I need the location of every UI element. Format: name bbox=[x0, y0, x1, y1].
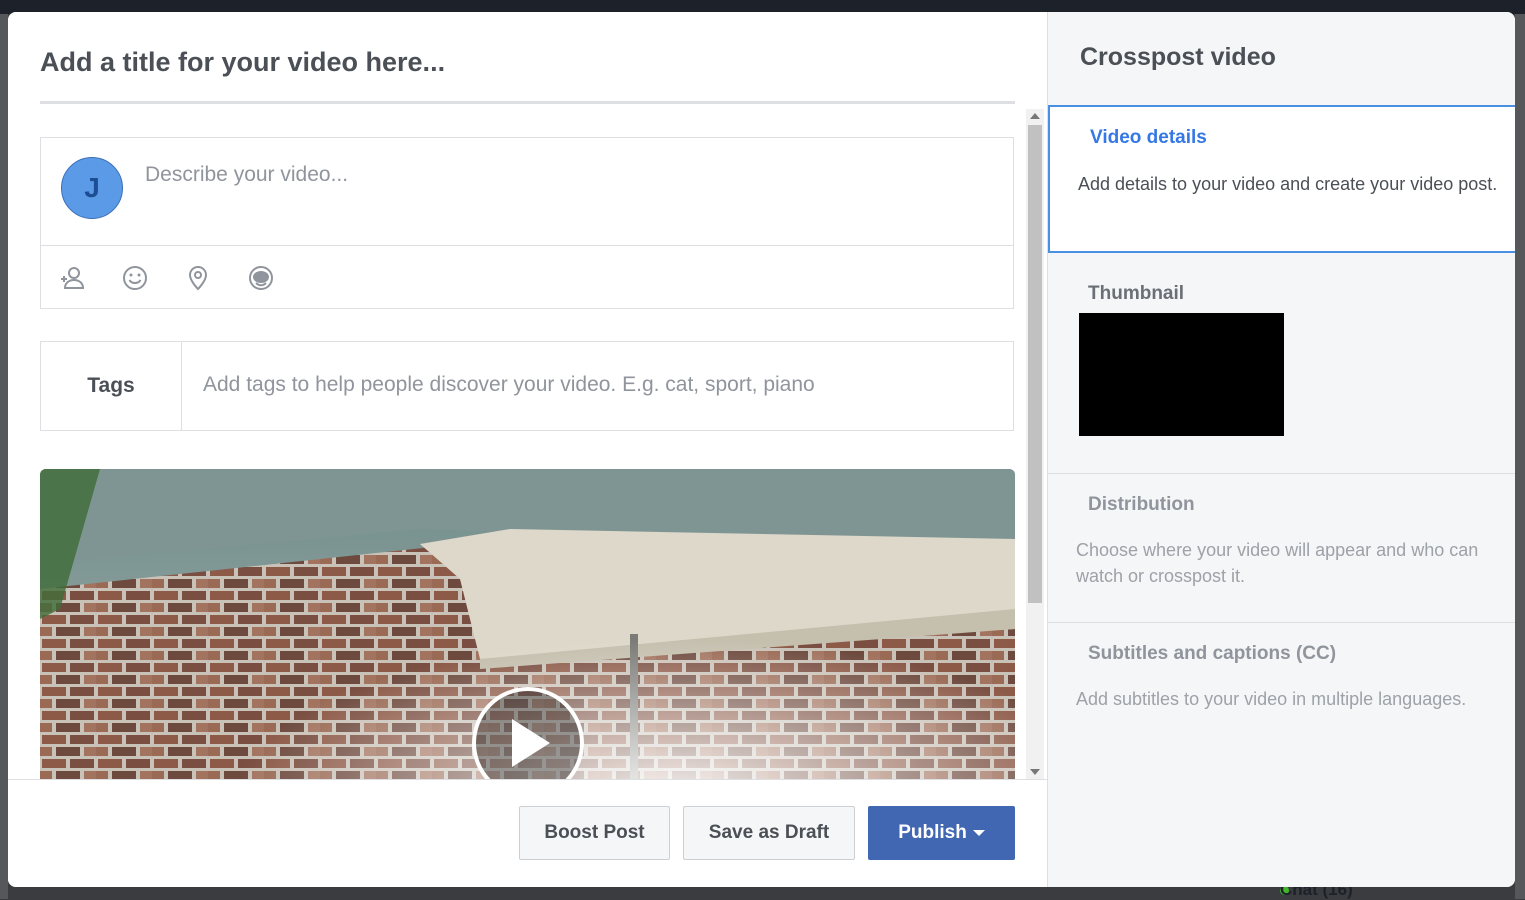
save-draft-button[interactable]: Save as Draft bbox=[683, 806, 855, 860]
sidebar-item-video-details[interactable]: Video details Add details to your video … bbox=[1048, 105, 1515, 253]
description-input[interactable] bbox=[145, 160, 985, 190]
video-editor-pane: J bbox=[8, 12, 1047, 887]
video-preview[interactable] bbox=[40, 469, 1015, 779]
tags-label: Tags bbox=[41, 342, 182, 430]
section-title: Distribution bbox=[1088, 494, 1195, 515]
backdrop-left bbox=[0, 14, 8, 899]
editor-scrollbar[interactable] bbox=[1026, 109, 1044, 779]
tags-field: Tags bbox=[40, 341, 1014, 431]
chevron-down-icon bbox=[972, 830, 985, 836]
scroll-up-icon[interactable] bbox=[1030, 113, 1040, 119]
avatar: J bbox=[61, 157, 123, 219]
sticker-icon[interactable] bbox=[244, 262, 277, 295]
publish-button[interactable]: Publish bbox=[868, 806, 1015, 860]
publish-label: Publish bbox=[898, 822, 967, 843]
composer-actions bbox=[55, 261, 277, 295]
sidebar-item-distribution[interactable]: Distribution Choose where your video wil… bbox=[1048, 474, 1515, 622]
backdrop-right bbox=[1515, 14, 1525, 899]
section-description: Choose where your video will appear and … bbox=[1076, 540, 1479, 586]
tag-people-icon[interactable] bbox=[55, 262, 88, 295]
avatar-initial: J bbox=[84, 172, 100, 203]
composer-divider bbox=[41, 245, 1013, 246]
section-title: Thumbnail bbox=[1088, 283, 1185, 304]
description-composer: J bbox=[40, 137, 1014, 309]
feeling-icon[interactable] bbox=[118, 262, 151, 295]
location-icon[interactable] bbox=[181, 262, 214, 295]
boost-post-button[interactable]: Boost Post bbox=[519, 806, 670, 860]
crosspost-sidebar: Crosspost video Video details Add detail… bbox=[1047, 12, 1515, 887]
video-title-input[interactable] bbox=[40, 42, 1015, 82]
section-title: Video details bbox=[1090, 127, 1207, 148]
section-description: Add details to your video and create you… bbox=[1078, 174, 1498, 194]
sidebar-title: Crosspost video bbox=[1080, 43, 1276, 71]
video-post-modal: J bbox=[8, 12, 1515, 887]
editor-scroll-area: J Describe your video... Tags Add tags t… bbox=[8, 109, 1047, 779]
tags-input[interactable] bbox=[203, 370, 993, 400]
section-title: Subtitles and captions (CC) bbox=[1088, 643, 1337, 664]
title-underline bbox=[40, 101, 1015, 104]
section-description: Add subtitles to your video in multiple … bbox=[1076, 689, 1467, 709]
thumbnail-preview[interactable] bbox=[1079, 313, 1284, 436]
scroll-thumb[interactable] bbox=[1028, 125, 1042, 603]
sidebar-item-subtitles[interactable]: Subtitles and captions (CC) Add subtitle… bbox=[1048, 623, 1515, 743]
scroll-down-icon[interactable] bbox=[1030, 769, 1040, 775]
modal-footer: Boost Post Save as Draft Publish bbox=[8, 779, 1047, 887]
